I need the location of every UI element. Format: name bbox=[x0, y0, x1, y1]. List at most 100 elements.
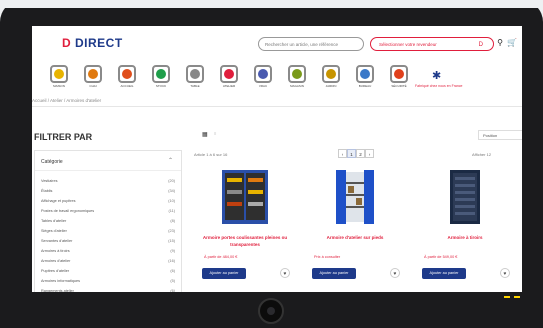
filter-item[interactable]: Établis (34) bbox=[41, 189, 175, 193]
category-label: JARDIN bbox=[325, 84, 337, 88]
filter-item-label: Armoires d'atelier bbox=[41, 259, 71, 263]
category-maison[interactable]: MAISON bbox=[50, 65, 74, 89]
home-button[interactable] bbox=[258, 298, 284, 324]
panel-title: Catégorie bbox=[41, 159, 63, 165]
site-header: D DIRECT Rechercher un article, une réfé… bbox=[32, 26, 522, 60]
category-icon bbox=[152, 65, 170, 83]
status-led bbox=[514, 296, 520, 298]
filter-item[interactable]: Vestiaires (20) bbox=[41, 179, 175, 183]
filter-item[interactable]: Postes de travail ergonomiques (11) bbox=[41, 209, 175, 213]
category-icon bbox=[390, 65, 408, 83]
status-led bbox=[504, 296, 510, 298]
category-dot bbox=[292, 69, 302, 79]
category-label: SÉCURITÉ bbox=[391, 84, 407, 88]
category-label: TABLE bbox=[190, 84, 200, 88]
category-dot bbox=[224, 69, 234, 79]
list-view-icon[interactable]: ≡ bbox=[214, 131, 216, 136]
category-icon bbox=[50, 65, 68, 83]
product-price: Prix à consulter bbox=[314, 255, 341, 259]
divider bbox=[35, 170, 181, 171]
category-icon bbox=[254, 65, 272, 83]
category-dot bbox=[258, 69, 268, 79]
filter-item[interactable]: Armoires d'atelier (16) bbox=[41, 259, 175, 263]
category-atelier[interactable]: ATELIER bbox=[220, 65, 244, 89]
filter-item-count: (5) bbox=[170, 279, 175, 283]
filter-item[interactable]: Sièges d'atelier (23) bbox=[41, 229, 175, 233]
category-label: CHAI bbox=[89, 84, 97, 88]
category-dot bbox=[190, 69, 200, 79]
chevron-up-icon[interactable]: ⌃ bbox=[168, 157, 173, 164]
filter-title: FILTRER PAR bbox=[34, 132, 93, 142]
filter-item-count: (6) bbox=[170, 269, 175, 273]
heart-icon[interactable]: ♥ bbox=[390, 268, 400, 278]
heart-icon[interactable]: ♥ bbox=[500, 268, 510, 278]
filter-item[interactable]: Servantes d'atelier (15) bbox=[41, 239, 175, 243]
add-to-cart-button[interactable]: Ajouter au panier bbox=[312, 268, 356, 279]
product-title[interactable]: Armoire d'atelier sur pieds bbox=[310, 234, 400, 241]
filter-item-count: (8) bbox=[170, 219, 175, 223]
dealer-tag: D bbox=[478, 42, 483, 48]
page-button[interactable]: 2 bbox=[356, 149, 365, 158]
category-icon bbox=[288, 65, 306, 83]
filter-item-label: Servantes d'atelier bbox=[41, 239, 73, 243]
filter-item-label: Établis bbox=[41, 189, 53, 193]
category-dot bbox=[54, 69, 64, 79]
product-title[interactable]: Armoire portes coulissantes pleines ou t… bbox=[200, 234, 290, 248]
per-page-select[interactable]: Afficher 12 bbox=[472, 152, 491, 157]
heart-icon[interactable]: ♥ bbox=[280, 268, 290, 278]
category-table[interactable]: TABLE bbox=[186, 65, 210, 89]
category-icon bbox=[220, 65, 238, 83]
page-button[interactable]: ‹ bbox=[338, 149, 347, 158]
product-card[interactable]: Armoire à tiroirs À partir de 549,00 € Ajo… bbox=[416, 164, 514, 284]
product-title[interactable]: Armoire à tiroirs bbox=[420, 234, 510, 241]
filter-item-label: Armoires informatiques bbox=[41, 279, 81, 283]
category-dot bbox=[394, 69, 404, 79]
filter-item-count: (15) bbox=[168, 239, 175, 243]
product-image[interactable] bbox=[220, 168, 270, 226]
product-image[interactable] bbox=[440, 168, 490, 226]
category-dot bbox=[326, 69, 336, 79]
category-label: STOCK bbox=[155, 84, 167, 88]
product-card[interactable]: Armoire d'atelier sur pieds Prix à consul… bbox=[306, 164, 404, 284]
page-button[interactable]: › bbox=[365, 149, 374, 158]
category-accueil[interactable]: ACCUEIL bbox=[118, 65, 142, 89]
filter-item-count: (16) bbox=[168, 259, 175, 263]
filter-item[interactable]: Pupitres d'atelier (6) bbox=[41, 269, 175, 273]
category-sécurité[interactable]: SÉCURITÉ bbox=[390, 65, 414, 89]
category-label: VRAC bbox=[258, 84, 268, 88]
sort-select[interactable]: Position⌄ bbox=[478, 130, 522, 140]
category-label: ACCUEIL bbox=[120, 84, 134, 88]
filter-item[interactable]: Affichage et pupitres (10) bbox=[41, 199, 175, 203]
category-dot bbox=[88, 69, 98, 79]
filter-item[interactable]: Armoires à tiroirs (9) bbox=[41, 249, 175, 253]
category-icon bbox=[356, 65, 374, 83]
category-jardin[interactable]: JARDIN bbox=[322, 65, 346, 89]
category-vrac[interactable]: VRAC bbox=[254, 65, 278, 89]
category-magasin[interactable]: MAGASIN bbox=[288, 65, 312, 89]
filter-item[interactable]: Armoires informatiques (5) bbox=[41, 279, 175, 283]
category-stock[interactable]: STOCK bbox=[152, 65, 176, 89]
category-chai[interactable]: CHAI bbox=[84, 65, 108, 89]
category-dot bbox=[360, 69, 370, 79]
page-button[interactable]: 1 bbox=[347, 149, 356, 158]
cart-icon[interactable]: 🛒 bbox=[507, 38, 517, 48]
category-icon bbox=[118, 65, 136, 83]
filter-item-label: Affichage et pupitres bbox=[41, 199, 76, 203]
product-card[interactable]: Armoire portes coulissantes pleines ou t… bbox=[196, 164, 294, 284]
filter-item-count: (11) bbox=[168, 209, 175, 213]
product-image[interactable] bbox=[330, 168, 380, 226]
product-price: À partir de 484,00 € bbox=[204, 255, 238, 259]
category-icon bbox=[322, 65, 340, 83]
category-bureau[interactable]: BUREAU bbox=[356, 65, 380, 89]
dealer-select[interactable]: Sélectionner votre revendeur D bbox=[370, 37, 494, 51]
filter-item-count: (23) bbox=[168, 229, 175, 233]
category-bar: MAISON CHAI ACCUEIL STOCK TABLE ATELIER VRAC MA… bbox=[50, 65, 520, 93]
add-to-cart-button[interactable]: Ajouter au panier bbox=[202, 268, 246, 279]
user-icon[interactable]: ⚲ bbox=[495, 38, 505, 48]
breadcrumb[interactable]: Accueil / Atelier / Armoires d'atelier bbox=[32, 98, 101, 103]
category-label: BUREAU bbox=[358, 84, 372, 88]
site-logo[interactable]: D DIRECT bbox=[62, 36, 123, 50]
search-input[interactable]: Rechercher un article, une référence bbox=[258, 37, 364, 51]
filter-item[interactable]: Tables d'atelier (8) bbox=[41, 219, 175, 223]
add-to-cart-button[interactable]: Ajouter au panier bbox=[422, 268, 466, 279]
